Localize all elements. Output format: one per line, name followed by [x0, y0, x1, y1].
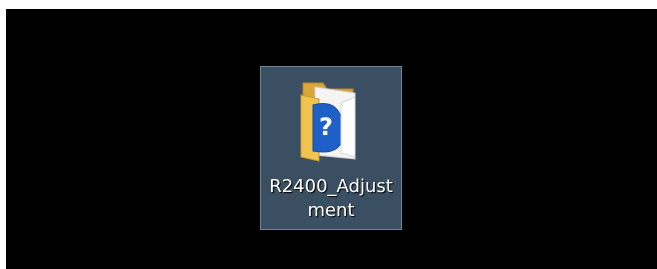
desktop-icon-label-line-1: R2400_Adjust [269, 176, 393, 197]
desktop-icon-label: R2400_Adjust ment [261, 175, 401, 223]
desktop-area[interactable]: ? R2400_Adjust ment [6, 9, 657, 269]
svg-text:?: ? [319, 113, 333, 141]
screenshot-frame: ? R2400_Adjust ment [0, 0, 657, 269]
desktop-icon-r2400-adjustment[interactable]: ? R2400_Adjust ment [260, 66, 402, 230]
folder-with-unknown-file-icon: ? [300, 82, 356, 162]
desktop-icon-label-line-2: ment [307, 200, 355, 221]
